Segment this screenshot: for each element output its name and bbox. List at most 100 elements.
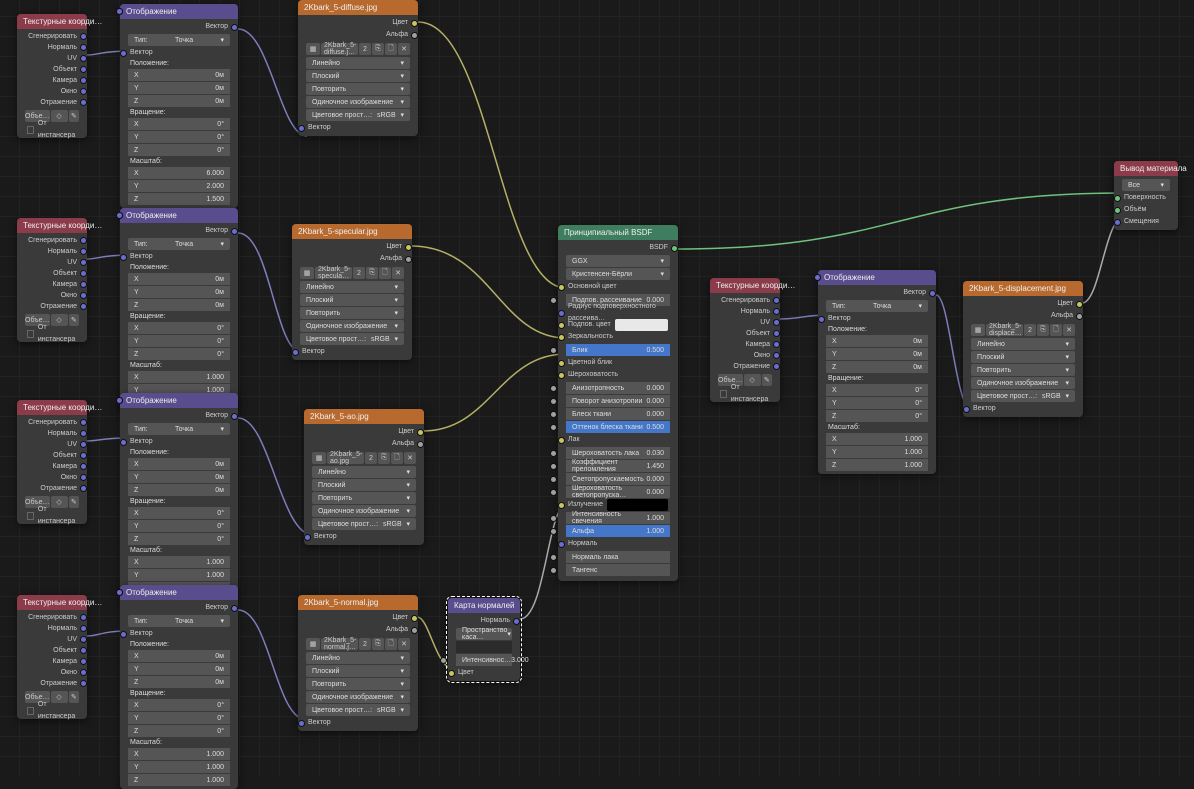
source-dropdown[interactable]: Одиночное изображение▾ [300, 320, 404, 332]
output-Сгенерировать[interactable]: Сгенерировать [21, 417, 83, 428]
output-Нормаль[interactable]: Нормаль [21, 246, 83, 257]
output-UV[interactable]: UV [21, 634, 83, 645]
output-alpha[interactable]: Альфа [308, 438, 420, 450]
output-Сгенерировать[interactable]: Сгенерировать [21, 612, 83, 623]
source-dropdown[interactable]: Одиночное изображение▾ [306, 691, 410, 703]
input-vector[interactable]: Вектор [308, 531, 420, 543]
bsdf-input-лак[interactable]: Лак [562, 434, 674, 446]
bsdf-input-светопропускаемость[interactable]: Светопропускаемость0.000 [566, 473, 670, 485]
source-dropdown[interactable]: Одиночное изображение▾ [312, 505, 416, 517]
image-icon[interactable]: ▦ [306, 638, 320, 650]
unlink-button[interactable]: ⎘ [372, 638, 384, 650]
from-instancer-checkbox[interactable]: От инстансера [21, 124, 83, 136]
output-Нормаль[interactable]: Нормаль [21, 42, 83, 53]
from-instancer-checkbox[interactable]: От инстансера [714, 388, 776, 400]
x-value[interactable]: X0° [128, 118, 230, 130]
bsdf-input-интенсивность-свечения[interactable]: Интенсивность свечения1.000 [566, 512, 670, 524]
image-browser[interactable]: ▦ 2Kbark_5-displace… 2 ⎘ 🗋 ✕ [971, 324, 1075, 336]
node-header[interactable]: Отображение [120, 208, 238, 223]
z-value[interactable]: Z0м [826, 361, 928, 373]
output-Отражение[interactable]: Отражение [21, 483, 83, 494]
extension-dropdown[interactable]: Повторить▾ [971, 364, 1075, 376]
output-Отражение[interactable]: Отражение [21, 97, 83, 108]
bsdf-input-анизотропность[interactable]: Анизотропность0.000 [566, 382, 670, 394]
projection-dropdown[interactable]: Плоский▾ [306, 70, 410, 82]
output-Сгенерировать[interactable]: Сгенерировать [21, 235, 83, 246]
z-value[interactable]: Z1.000 [826, 459, 928, 471]
x-value[interactable]: X6.000 [128, 167, 230, 179]
users-button[interactable]: 2 [1024, 324, 1036, 336]
unlink-button[interactable]: ⎘ [366, 267, 378, 279]
new-button[interactable]: 🗋 [391, 452, 403, 464]
node-mapping-mp4[interactable]: Отображение Вектор Тип:Точка▾ Вектор Пол… [120, 585, 238, 789]
sss-method-dropdown[interactable]: Кристенсен-Бёрли▾ [566, 268, 670, 280]
node-header[interactable]: Текстурные коорди… [17, 14, 87, 29]
node-principled-bsdf[interactable]: Принципиальный BSDF BSDF GGX▾ Кристенсен… [558, 225, 678, 581]
node-mapping-mp2[interactable]: Отображение Вектор Тип:Точка▾ Вектор Пол… [120, 208, 238, 412]
y-value[interactable]: Y0м [128, 286, 230, 298]
input-vector[interactable]: Вектор [302, 122, 414, 134]
output-Отражение[interactable]: Отражение [21, 678, 83, 689]
output-alpha[interactable]: Альфа [302, 624, 414, 636]
output-Объект[interactable]: Объект [21, 645, 83, 656]
users-button[interactable]: 2 [359, 43, 371, 55]
y-value[interactable]: Y0° [128, 712, 230, 724]
bsdf-input-подпов-цвет[interactable]: Подпов. цвет [562, 319, 674, 331]
output-Камера[interactable]: Камера [21, 461, 83, 472]
new-button[interactable]: 🗋 [385, 638, 397, 650]
node-header[interactable]: 2Kbark_5-diffuse.jpg [298, 0, 418, 15]
bsdf-input-радиус-подповерхностного-рассеива-[interactable]: Радиус подповерхностного рассеива… [562, 307, 674, 319]
extension-dropdown[interactable]: Повторить▾ [300, 307, 404, 319]
x-value[interactable]: X0° [826, 384, 928, 396]
bsdf-input-альфа[interactable]: Альфа1.000 [566, 525, 670, 537]
output-Объект[interactable]: Объект [21, 450, 83, 461]
uvmap-field[interactable] [456, 641, 512, 653]
image-browser[interactable]: ▦ 2Kbark_5-normal.j… 2 ⎘ 🗋 ✕ [306, 638, 410, 650]
input-volume[interactable]: Объём [1118, 204, 1174, 216]
output-Камера[interactable]: Камера [714, 339, 776, 350]
y-value[interactable]: Y0° [826, 397, 928, 409]
source-dropdown[interactable]: Одиночное изображение▾ [971, 377, 1075, 389]
x-value[interactable]: X1.000 [128, 371, 230, 383]
users-button[interactable]: 2 [353, 267, 365, 279]
node-header[interactable]: Карта нормалей [448, 598, 520, 613]
unlink-button[interactable]: ⎘ [372, 43, 384, 55]
image-name-field[interactable]: 2Kbark_5-diffuse.j… [321, 43, 358, 55]
strength-slider[interactable]: Интенсивнос…3.000 [456, 654, 512, 666]
z-value[interactable]: Z1.500 [128, 193, 230, 205]
output-color[interactable]: Цвет [296, 241, 408, 253]
output-Сгенерировать[interactable]: Сгенерировать [21, 31, 83, 42]
x-value[interactable]: X1.000 [128, 556, 230, 568]
output-color[interactable]: Цвет [308, 426, 420, 438]
node-header[interactable]: Текстурные коорди… [17, 218, 87, 233]
y-value[interactable]: Y0° [128, 131, 230, 143]
node-header[interactable]: Отображение [120, 585, 238, 600]
input-vector[interactable]: Вектор [967, 403, 1079, 415]
bsdf-input-блик[interactable]: Блик0.500 [566, 344, 670, 356]
output-vector[interactable]: Вектор [124, 410, 234, 422]
node-material-output[interactable]: Вывод материала Все▾ Поверхность Объём С… [1114, 161, 1178, 230]
interp-dropdown[interactable]: Линейно▾ [300, 281, 404, 293]
output-Окно[interactable]: Окно [21, 667, 83, 678]
output-Сгенерировать[interactable]: Сгенерировать [714, 295, 776, 306]
y-value[interactable]: Y1.000 [128, 569, 230, 581]
y-value[interactable]: Y0м [128, 471, 230, 483]
extension-dropdown[interactable]: Повторить▾ [306, 83, 410, 95]
bsdf-input-основной-цвет[interactable]: Основной цвет [562, 281, 674, 293]
input-surface[interactable]: Поверхность [1118, 192, 1174, 204]
y-value[interactable]: Y1.000 [826, 446, 928, 458]
node-texture-coordinate-tc5[interactable]: Текстурные коорди… СгенерироватьНормальU… [710, 278, 780, 402]
output-Объект[interactable]: Объект [21, 64, 83, 75]
output-alpha[interactable]: Альфа [302, 29, 414, 41]
output-Отражение[interactable]: Отражение [714, 361, 776, 372]
input-vector[interactable]: Вектор [296, 346, 408, 358]
node-image-texture-ao[interactable]: 2Kbark_5-ao.jpg Цвет Альфа ▦ 2Kbark_5-ao… [304, 409, 424, 545]
node-header[interactable]: 2Kbark_5-normal.jpg [298, 595, 418, 610]
output-Окно[interactable]: Окно [21, 86, 83, 97]
node-header[interactable]: Текстурные коорди… [17, 400, 87, 415]
projection-dropdown[interactable]: Плоский▾ [971, 351, 1075, 363]
interp-dropdown[interactable]: Линейно▾ [306, 652, 410, 664]
output-alpha[interactable]: Альфа [967, 310, 1079, 322]
type-dropdown[interactable]: Тип:Точка▾ [128, 423, 230, 435]
y-value[interactable]: Y1.000 [128, 761, 230, 773]
